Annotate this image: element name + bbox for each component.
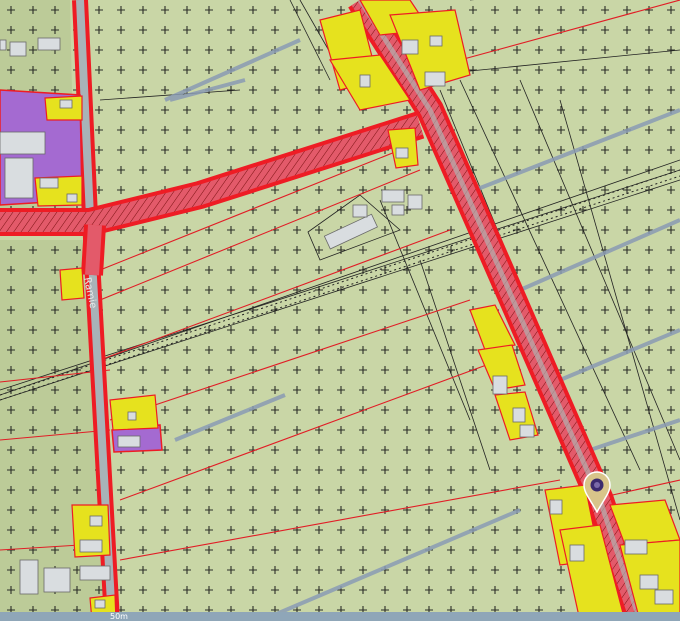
scale-bar: [0, 612, 680, 621]
scale-label: 50m: [110, 612, 128, 621]
map-canvas[interactable]: Ramie: [0, 0, 680, 621]
location-pin-icon[interactable]: [582, 471, 612, 513]
